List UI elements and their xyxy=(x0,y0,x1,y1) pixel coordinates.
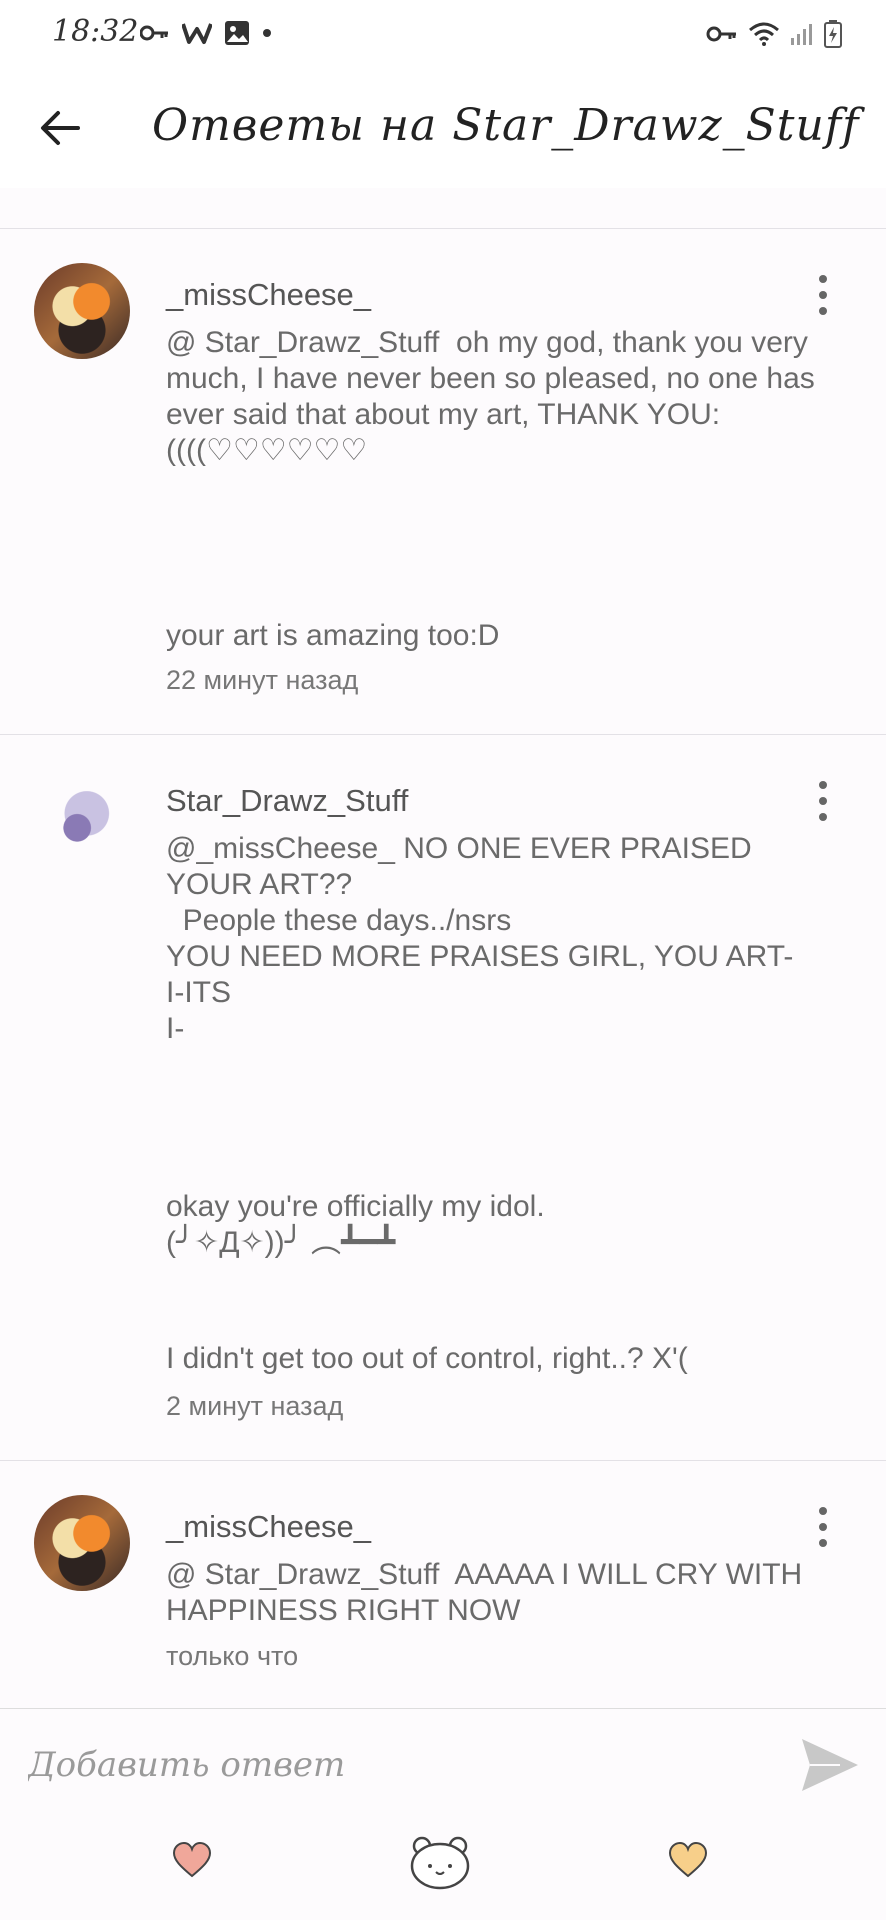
wifi-icon xyxy=(748,21,780,47)
comment-body: @ Star_Drawz_Stuff oh my god, thank you … xyxy=(166,326,824,467)
comment-body-extra: I didn't get too out of control, right..… xyxy=(166,1342,688,1375)
comment-timestamp: 2 минут назад xyxy=(166,1391,344,1421)
battery-icon xyxy=(824,20,842,48)
comment-item: Star_Drawz_Stuff @_missCheese_ NO ONE EV… xyxy=(0,735,886,1461)
previous-comment-partial xyxy=(0,188,886,229)
comment-username[interactable]: _missCheese_ xyxy=(166,277,371,313)
signal-icon xyxy=(790,22,814,46)
more-options-button[interactable] xyxy=(808,275,838,315)
comment-timestamp: только что xyxy=(166,1641,299,1671)
more-options-button[interactable] xyxy=(808,1507,838,1547)
image-icon xyxy=(224,20,250,46)
page-title: Ответы на Star_Drawz_Stuff xyxy=(152,100,860,151)
back-button[interactable] xyxy=(36,104,84,152)
key-icon xyxy=(140,23,170,43)
comment-body-extra: your art is amazing too:D xyxy=(166,619,500,652)
send-icon xyxy=(802,1739,858,1791)
comment-username[interactable]: Star_Drawz_Stuff xyxy=(166,783,408,819)
app-bar: Ответы на Star_Drawz_Stuff xyxy=(0,70,886,189)
arrow-left-icon xyxy=(41,111,80,145)
comment-timestamp: 22 минут назад xyxy=(166,665,359,695)
status-right-icons xyxy=(706,20,842,48)
comment-body-extra: okay you're officially my idol. (╯✧Д✧))╯… xyxy=(166,1190,545,1259)
w-icon xyxy=(182,21,212,45)
dot-icon xyxy=(262,28,272,38)
status-bar: 18:32 xyxy=(0,0,886,70)
reply-bar xyxy=(0,1708,886,1821)
comment-username[interactable]: _missCheese_ xyxy=(166,1509,371,1545)
heart-icon[interactable] xyxy=(172,1841,212,1883)
bear-icon[interactable] xyxy=(408,1834,472,1895)
comment-body: @ Star_Drawz_Stuff AAAAA I WILL CRY WITH… xyxy=(166,1558,811,1627)
comment-item: _missCheese_ @ Star_Drawz_Stuff AAAAA I … xyxy=(0,1461,886,1708)
comment-item: _missCheese_ @ Star_Drawz_Stuff oh my go… xyxy=(0,229,886,735)
status-left-icons xyxy=(140,20,272,46)
status-time: 18:32 xyxy=(52,14,139,49)
send-button[interactable] xyxy=(800,1737,860,1793)
heart-icon[interactable] xyxy=(668,1841,708,1883)
bottom-bar xyxy=(0,1820,886,1920)
more-options-button[interactable] xyxy=(808,781,838,821)
vpn-key-icon xyxy=(706,24,738,44)
avatar[interactable] xyxy=(34,775,130,871)
avatar[interactable] xyxy=(34,1495,130,1591)
avatar[interactable] xyxy=(34,263,130,359)
comment-body: @_missCheese_ NO ONE EVER PRAISED YOUR A… xyxy=(166,832,794,1045)
reply-input[interactable] xyxy=(26,1739,770,1791)
